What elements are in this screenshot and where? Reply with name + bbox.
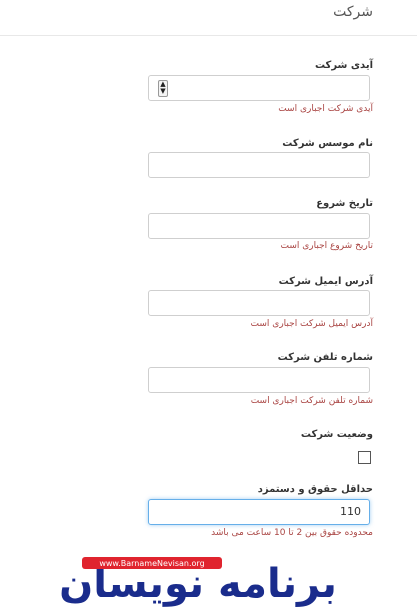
phone-input[interactable] (148, 367, 370, 393)
status-label: وضعیت شرکت (300, 429, 373, 440)
barnamenevisan-logo: برنامه نویسان www.BarnameNevisan.org (59, 557, 337, 607)
page-title: شرکت (333, 4, 373, 20)
company-id-error: آیدی شرکت اجباری است (278, 104, 373, 114)
min-wage-input[interactable]: 110 (148, 499, 370, 525)
start-date-input[interactable] (148, 213, 370, 239)
logo-url-text: www.BarnameNevisan.org (99, 559, 204, 568)
phone-label: شماره تلفن شرکت (277, 352, 373, 363)
founder-name-input[interactable] (148, 152, 370, 178)
number-stepper[interactable]: ▲ ▼ (158, 80, 168, 97)
email-label: آدرس ایمیل شرکت (278, 276, 373, 287)
status-checkbox[interactable] (358, 451, 371, 464)
start-date-error: تاریخ شروع اجباری است (280, 241, 373, 251)
company-id-label: آیدی شرکت (314, 60, 373, 71)
stepper-down-icon[interactable]: ▼ (159, 88, 167, 95)
email-input[interactable] (148, 290, 370, 316)
start-date-label: تاریخ شروع (316, 198, 373, 209)
min-wage-label: حداقل حقوق و دستمزد (257, 484, 373, 495)
email-error: آدرس ایمیل شرکت اجباری است (250, 319, 373, 329)
phone-error: شماره تلفن شرکت اجباری است (250, 396, 373, 406)
company-id-input[interactable] (148, 75, 370, 101)
header-divider (0, 35, 417, 36)
min-wage-error: محدوده حقوق بین 2 تا 10 ساعت می باشد (211, 528, 373, 538)
founder-name-label: نام موسس شرکت (282, 138, 373, 149)
